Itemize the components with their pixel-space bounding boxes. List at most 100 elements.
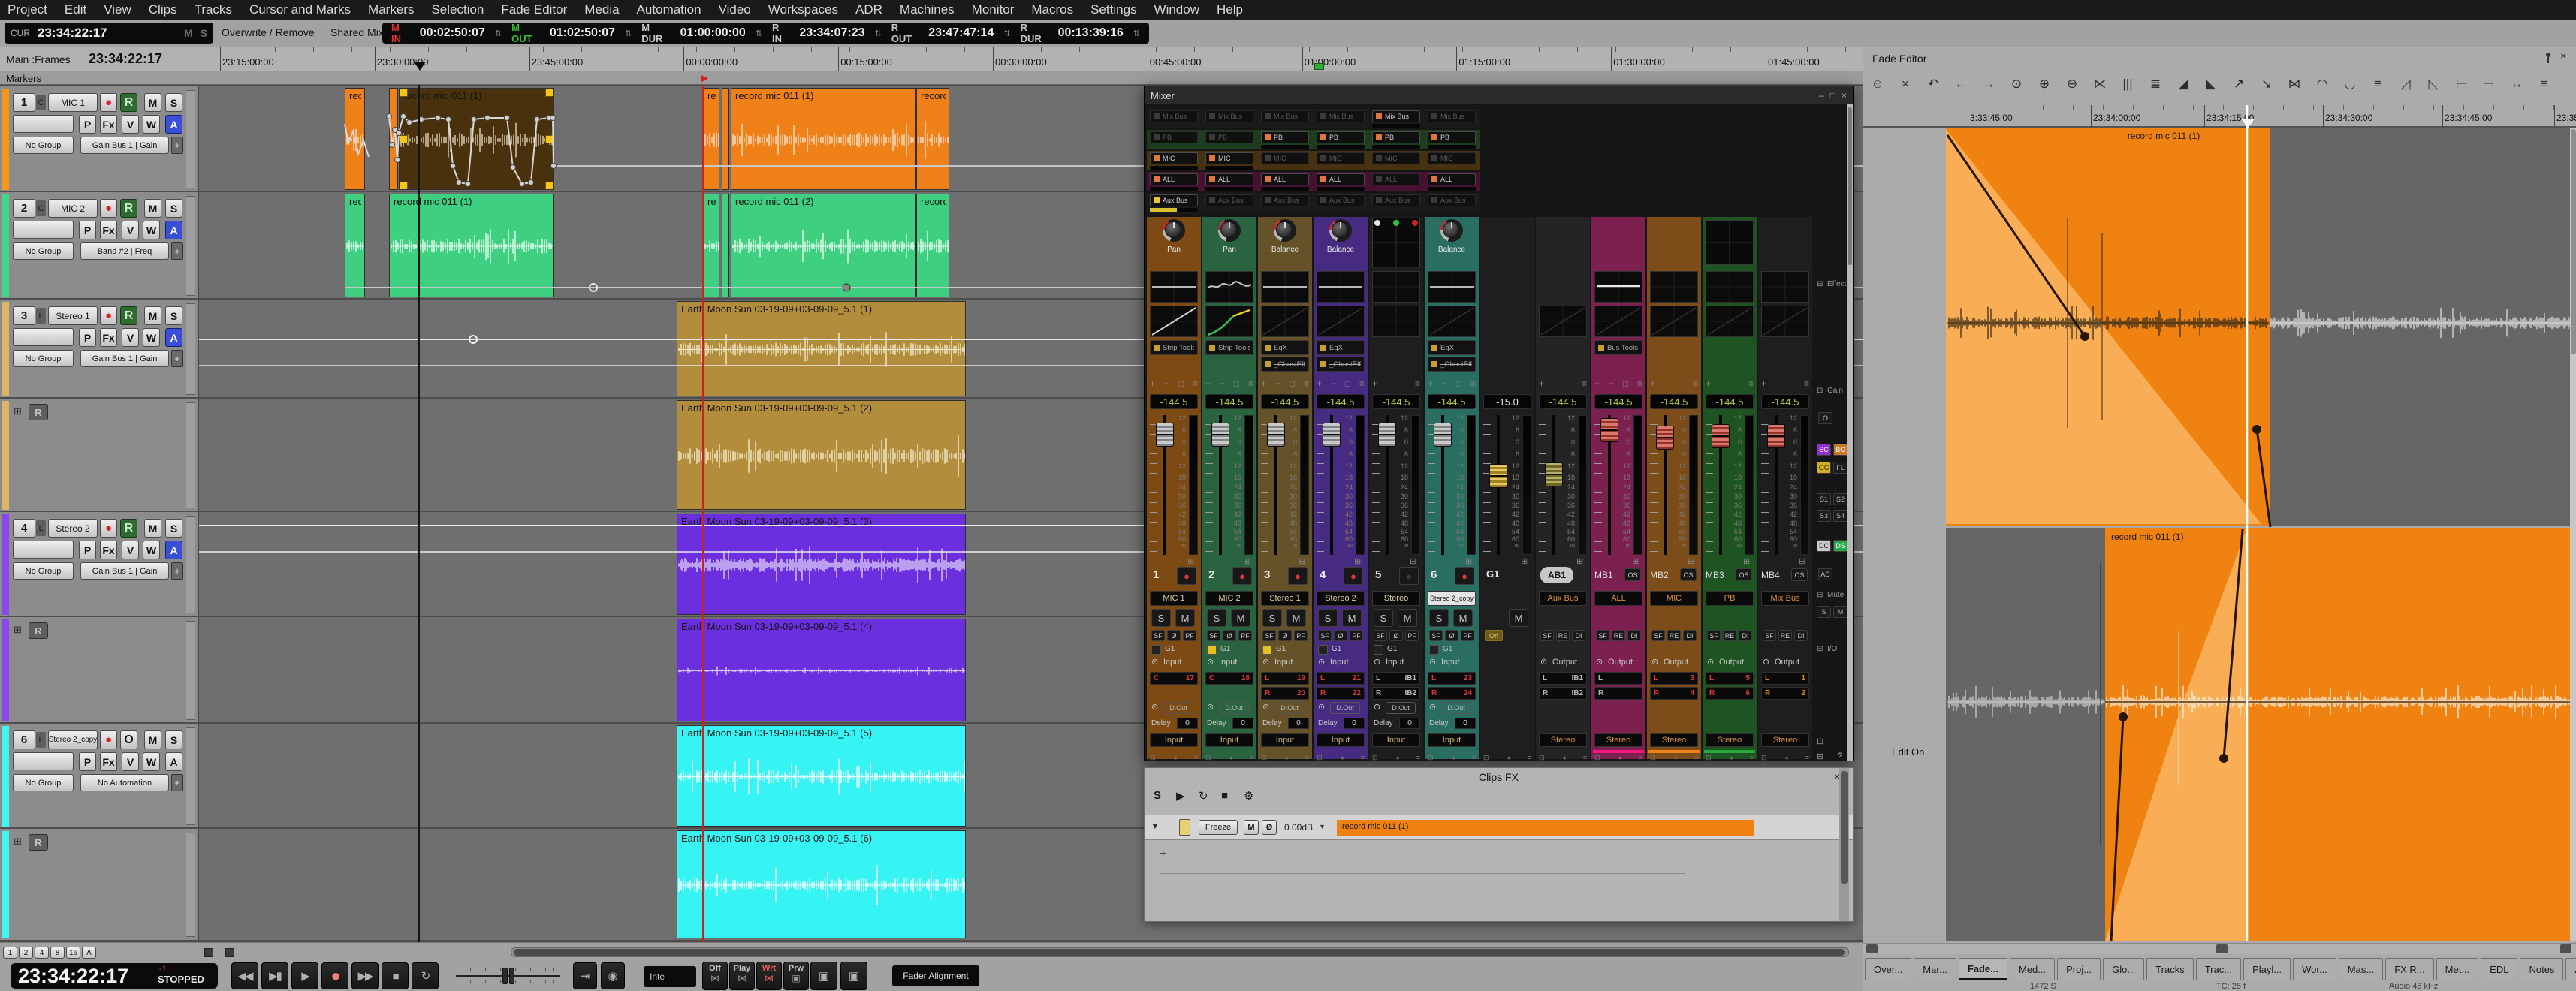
pan-knob[interactable] — [1329, 219, 1352, 242]
clip-mute-button[interactable]: M — [1244, 820, 1259, 835]
send-pb-ch6[interactable]: PB — [1428, 131, 1476, 143]
mixer-window[interactable]: Mixer–□×Mix BusMix BusMix BusMix BusMix … — [1144, 86, 1854, 761]
plugin-slot-eqx[interactable]: EqX — [1317, 340, 1365, 355]
g1-checkbox[interactable] — [1429, 645, 1439, 655]
strip-pf-button[interactable]: PF — [1405, 630, 1419, 641]
send-all-ch1[interactable]: ALL — [1150, 173, 1198, 185]
track-channel-tag[interactable]: C — [36, 95, 46, 110]
send-all-ch6[interactable]: ALL — [1428, 173, 1476, 185]
strip-name[interactable]: MIC 2 — [1205, 591, 1253, 606]
footer-icon[interactable]: ⊟ — [1483, 754, 1489, 761]
strip-tool-[interactable]: − — [1275, 378, 1280, 389]
strip-re-button[interactable]: RE — [1612, 630, 1625, 641]
jog-handle[interactable] — [502, 968, 508, 984]
track-fx-button[interactable]: Fx — [100, 328, 117, 347]
rewind-button[interactable]: ◀◀ — [231, 962, 258, 989]
fader-knob[interactable] — [1156, 423, 1174, 447]
eq-display[interactable] — [1261, 271, 1309, 303]
audio-clip[interactable]: Earth Moon Sun 03-19-09+03-09-09_5.1 (4) — [677, 619, 966, 721]
plugin-slot-bus-tools[interactable]: Bus Tools — [1594, 340, 1642, 355]
audio-clip[interactable]: re — [389, 88, 398, 190]
footer-icon[interactable]: ⊟ — [1372, 754, 1378, 761]
audio-clip[interactable]: r — [722, 88, 729, 190]
strip-di-button[interactable]: DI — [1572, 630, 1585, 641]
clip-gain-value[interactable]: 0.00dB — [1284, 822, 1313, 833]
footer-icon[interactable]: ◂ — [1229, 754, 1232, 761]
record-arm-button[interactable]: ● — [100, 306, 117, 325]
fade-preset-a-icon[interactable]: ◿ — [2396, 77, 2415, 92]
strip--button[interactable]: Ø — [1167, 630, 1181, 641]
add-automation-button[interactable]: + — [171, 774, 183, 791]
meter-options-icon[interactable]: ⊞ — [1576, 556, 1583, 566]
footer-icon[interactable]: ◂ — [1340, 754, 1344, 761]
footer-icon[interactable]: ≡ — [1694, 754, 1698, 761]
track-name[interactable]: Stereo 2_copy — [48, 730, 98, 749]
strip-tool-[interactable]: ≡ — [1415, 378, 1420, 389]
sublane-read-button[interactable]: R — [29, 622, 48, 639]
send-mic-ch2[interactable]: MIC — [1205, 152, 1253, 164]
strip-di-button[interactable]: DI — [1794, 630, 1808, 641]
red-marker-flag[interactable]: ▶ — [701, 72, 708, 84]
clip-handle[interactable] — [400, 89, 408, 97]
direct-out-button[interactable]: D.Out — [1274, 702, 1305, 714]
g1-checkbox[interactable] — [1262, 645, 1272, 655]
level-readout[interactable]: -144.5 — [1650, 394, 1698, 409]
panel-add-icon[interactable]: ⊞ — [1817, 752, 1823, 761]
audio-clip[interactable]: record mic 011 (1) — [731, 88, 916, 190]
m-in-value[interactable]: 00:02:50:07 — [420, 26, 485, 40]
r-in-value[interactable]: 23:34:07:23 — [799, 26, 864, 40]
track-number[interactable]: 2 — [13, 199, 35, 218]
send-pb-ch5[interactable]: PB — [1372, 131, 1420, 143]
footer-icon[interactable]: ⊟ — [1539, 754, 1545, 761]
strip-di-button[interactable]: DI — [1739, 630, 1752, 641]
eq-display[interactable] — [1205, 306, 1253, 337]
menu-markers[interactable]: Markers — [368, 2, 414, 17]
strip-di-button[interactable]: DI — [1627, 630, 1641, 641]
strip-name[interactable]: ALL — [1594, 591, 1642, 606]
strip-tool-[interactable]: ≡ — [1637, 378, 1642, 389]
record-arm-button[interactable]: ● — [100, 199, 117, 218]
fade-h-scroll-handle[interactable] — [2216, 944, 2228, 953]
footer-icon[interactable]: ⊟ — [1761, 754, 1767, 761]
scissors-icon[interactable]: ⋉ — [2090, 77, 2110, 92]
footer-icon[interactable]: ≡ — [1750, 754, 1754, 761]
panel-s4-button[interactable]: S4 — [1833, 510, 1848, 522]
track-group-selector[interactable]: No Group — [13, 350, 74, 367]
clips-fx-window[interactable]: Clips FX×S▶↻■⚙▼FreezeMØ0.00dB▾record mic… — [1144, 767, 1854, 922]
strip-tool-[interactable]: + — [1650, 378, 1655, 389]
record-arm-button[interactable]: ● — [100, 519, 117, 538]
track-w-button[interactable]: W — [143, 221, 160, 239]
send-mic-ch6[interactable]: MIC — [1428, 152, 1476, 164]
m-out-value[interactable]: 01:02:50:07 — [550, 26, 615, 40]
tab-tracks[interactable]: Tracks — [2146, 958, 2194, 980]
menu-clips[interactable]: Clips — [149, 2, 177, 17]
g1-checkbox[interactable] — [1318, 645, 1328, 655]
zoom-preset-8[interactable]: 8 — [50, 947, 65, 959]
strip-type-box[interactable]: Input — [1428, 733, 1476, 747]
delay-value[interactable]: 0 — [1455, 718, 1476, 729]
bus-width-box[interactable]: Stereo — [1594, 733, 1642, 747]
stretch-icon[interactable]: ↔ — [2507, 77, 2526, 92]
send-all-ch2[interactable]: ALL — [1205, 173, 1253, 185]
channel-mute-button[interactable]: M — [1342, 609, 1362, 627]
channel-solo-button[interactable]: S — [1262, 609, 1282, 627]
collapse-icon[interactable]: ⊟ — [1817, 591, 1823, 599]
audio-clip[interactable]: Earth Moon Sun 03-19-09+03-09-09_5.1 (5) — [677, 725, 966, 827]
channel-solo-button[interactable]: S — [1151, 609, 1171, 627]
strip-tool-[interactable]: + — [1372, 378, 1377, 389]
snapshot-camera-2-button[interactable]: ▣ — [840, 962, 867, 990]
delay-value[interactable]: 0 — [1232, 718, 1253, 729]
strip-tool-[interactable]: − — [1331, 378, 1336, 389]
send-aux-bus-ch4[interactable]: Aux Bus — [1317, 194, 1365, 206]
automation-play-button[interactable]: Play⋈ — [729, 962, 755, 990]
fader-knob[interactable] — [1434, 423, 1452, 447]
preset-lines-icon[interactable]: ≡ — [2535, 77, 2554, 92]
channel-mute-button[interactable]: M — [1398, 609, 1417, 627]
fader-knob[interactable] — [1545, 462, 1563, 486]
clip-handle[interactable] — [545, 182, 554, 190]
track-v-button[interactable]: V — [122, 221, 139, 239]
footer-icon[interactable]: ⊟ — [1317, 754, 1323, 761]
panel-dock-icon[interactable]: ⊡ — [1817, 736, 1823, 746]
panel-s2-button[interactable]: S2 — [1833, 493, 1848, 505]
jog-slider[interactable] — [456, 965, 560, 986]
